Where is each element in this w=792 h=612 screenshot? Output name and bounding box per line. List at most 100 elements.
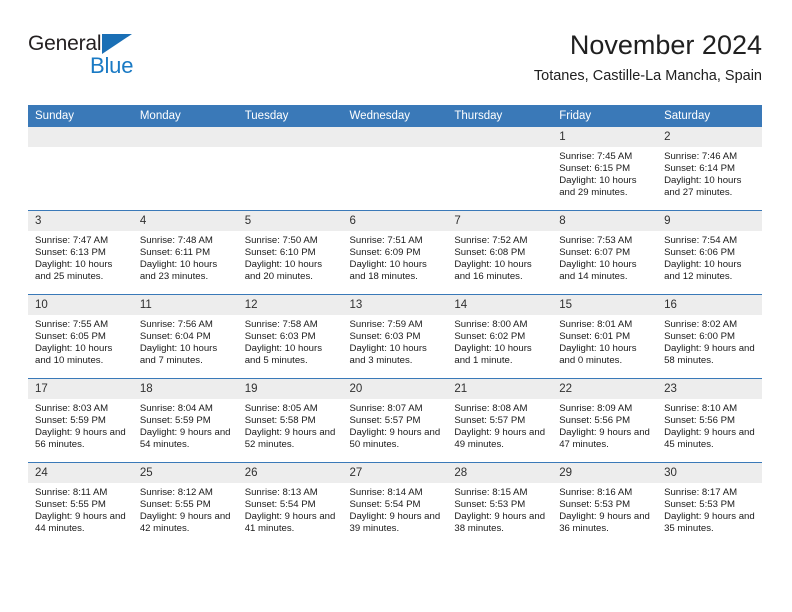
- day-number: 27: [342, 463, 448, 483]
- sunrise-text: Sunrise: 7:54 AM: [664, 235, 738, 246]
- calendar-day-cell[interactable]: 19 Sunrise: 8:05 AM Sunset: 5:58 PM Dayligh…: [237, 378, 343, 463]
- general-blue-logo: General Blue: [28, 32, 168, 84]
- daylight-text: Daylight: 9 hours and 52 minutes.: [244, 426, 336, 450]
- sunset-text: Sunset: 5:58 PM: [244, 414, 316, 426]
- calendar-day-cell[interactable]: 29 Sunrise: 8:16 AM Sunset: 5:53 PM Dayligh…: [552, 462, 658, 546]
- sunset-text: Sunset: 6:03 PM: [244, 330, 316, 342]
- sunset-text: Sunset: 5:54 PM: [244, 498, 316, 510]
- weekday-header-tuesday: Tuesday: [237, 105, 343, 127]
- calendar-day-cell[interactable]: 8 Sunrise: 7:53 AM Sunset: 6:07 PM Daylight…: [552, 210, 658, 295]
- sunset-text: Sunset: 5:59 PM: [139, 414, 211, 426]
- calendar-day-cell[interactable]: 1 Sunrise: 7:45 AM Sunset: 6:15 PM Daylight…: [552, 127, 658, 211]
- day-details: Sunrise: 7:54 AM Sunset: 6:06 PM Daylight:…: [657, 231, 762, 283]
- day-details: Sunrise: 8:15 AM Sunset: 5:53 PM Daylight:…: [447, 483, 552, 535]
- sunset-text: Sunset: 6:05 PM: [35, 330, 106, 342]
- calendar-day-cell[interactable]: 12 Sunrise: 7:58 AM Sunset: 6:03 PM Dayligh…: [237, 294, 343, 379]
- daylight-text: Daylight: 10 hours and 12 minutes.: [664, 258, 742, 282]
- calendar-day-cell[interactable]: 17 Sunrise: 8:03 AM Sunset: 5:59 PM Dayligh…: [28, 378, 133, 463]
- calendar-day-cell[interactable]: 22 Sunrise: 8:09 AM Sunset: 5:56 PM Dayligh…: [552, 378, 658, 463]
- sunrise-text: Sunrise: 8:13 AM: [244, 487, 318, 498]
- day-number: 22: [552, 379, 658, 399]
- day-number: 17: [28, 379, 133, 399]
- calendar-day-cell[interactable]: 7 Sunrise: 7:52 AM Sunset: 6:08 PM Daylight…: [447, 210, 553, 295]
- calendar-day-cell[interactable]: 21 Sunrise: 8:08 AM Sunset: 5:57 PM Dayligh…: [447, 378, 553, 463]
- calendar-day-cell[interactable]: 11 Sunrise: 7:56 AM Sunset: 6:04 PM Dayligh…: [132, 294, 238, 379]
- daylight-text: Daylight: 10 hours and 0 minutes.: [559, 342, 637, 366]
- day-number: 26: [237, 463, 343, 483]
- day-number: 23: [657, 379, 762, 399]
- calendar-day-cell[interactable]: 24 Sunrise: 8:11 AM Sunset: 5:55 PM Dayligh…: [28, 462, 133, 546]
- day-details: Sunrise: 8:17 AM Sunset: 5:53 PM Daylight:…: [657, 483, 762, 535]
- day-number: 20: [342, 379, 448, 399]
- day-details: Sunrise: 7:55 AM Sunset: 6:05 PM Daylight:…: [28, 315, 133, 367]
- calendar-day-cell[interactable]: 4 Sunrise: 7:48 AM Sunset: 6:11 PM Daylight…: [132, 210, 238, 295]
- calendar-day-cell[interactable]: 10 Sunrise: 7:55 AM Sunset: 6:05 PM Dayligh…: [28, 294, 133, 379]
- daylight-text: Daylight: 9 hours and 44 minutes.: [35, 510, 126, 534]
- day-number: [237, 127, 343, 147]
- daylight-text: Daylight: 9 hours and 35 minutes.: [664, 510, 755, 534]
- day-number: 28: [447, 463, 553, 483]
- calendar-day-cell[interactable]: 3 Sunrise: 7:47 AM Sunset: 6:13 PM Daylight…: [28, 210, 133, 295]
- sunrise-text: Sunrise: 7:50 AM: [244, 235, 318, 246]
- sunset-text: Sunset: 6:10 PM: [244, 246, 316, 258]
- sunrise-text: Sunrise: 8:01 AM: [559, 319, 633, 330]
- calendar-day-cell[interactable]: 6 Sunrise: 7:51 AM Sunset: 6:09 PM Daylight…: [342, 210, 448, 295]
- calendar-day-cell[interactable]: 5 Sunrise: 7:50 AM Sunset: 6:10 PM Daylight…: [237, 210, 343, 295]
- sunset-text: Sunset: 6:01 PM: [559, 330, 631, 342]
- day-details: Sunrise: 8:01 AM Sunset: 6:01 PM Daylight:…: [552, 315, 657, 367]
- day-number: 7: [447, 211, 553, 231]
- calendar-week-row: 24 Sunrise: 8:11 AM Sunset: 5:55 PM Dayligh…: [28, 462, 762, 546]
- calendar-day-cell[interactable]: 27 Sunrise: 8:14 AM Sunset: 5:54 PM Dayligh…: [342, 462, 448, 546]
- weekday-header-thursday: Thursday: [447, 105, 553, 127]
- day-number: 8: [552, 211, 658, 231]
- sunset-text: Sunset: 6:00 PM: [664, 330, 735, 342]
- day-details: Sunrise: 8:10 AM Sunset: 5:56 PM Daylight:…: [657, 399, 762, 451]
- calendar-day-cell[interactable]: 13 Sunrise: 7:59 AM Sunset: 6:03 PM Dayligh…: [342, 294, 448, 379]
- calendar-day-cell[interactable]: 28 Sunrise: 8:15 AM Sunset: 5:53 PM Dayligh…: [447, 462, 553, 546]
- sunset-text: Sunset: 5:57 PM: [454, 414, 526, 426]
- sunset-text: Sunset: 6:07 PM: [559, 246, 631, 258]
- daylight-text: Daylight: 9 hours and 38 minutes.: [454, 510, 546, 534]
- daylight-text: Daylight: 10 hours and 20 minutes.: [244, 258, 323, 282]
- sunset-text: Sunset: 6:09 PM: [349, 246, 421, 258]
- calendar-day-cell[interactable]: 26 Sunrise: 8:13 AM Sunset: 5:54 PM Dayligh…: [237, 462, 343, 546]
- sunrise-text: Sunrise: 8:14 AM: [349, 487, 423, 498]
- weekday-header-sunday: Sunday: [28, 105, 133, 127]
- daylight-text: Daylight: 9 hours and 49 minutes.: [454, 426, 546, 450]
- day-details: Sunrise: 7:46 AM Sunset: 6:14 PM Daylight:…: [657, 147, 762, 199]
- calendar-day-cell[interactable]: 16 Sunrise: 8:02 AM Sunset: 6:00 PM Dayligh…: [657, 294, 762, 379]
- day-details: Sunrise: 8:14 AM Sunset: 5:54 PM Daylight:…: [343, 483, 448, 535]
- calendar-day-cell[interactable]: 23 Sunrise: 8:10 AM Sunset: 5:56 PM Dayligh…: [657, 378, 762, 463]
- daylight-text: Daylight: 10 hours and 18 minutes.: [349, 258, 427, 282]
- day-number: 13: [342, 295, 448, 315]
- daylight-text: Daylight: 9 hours and 42 minutes.: [139, 510, 231, 534]
- day-details: Sunrise: 8:04 AM Sunset: 5:59 PM Daylight:…: [133, 399, 238, 451]
- calendar-day-cell[interactable]: 25 Sunrise: 8:12 AM Sunset: 5:55 PM Dayligh…: [132, 462, 238, 546]
- sunrise-text: Sunrise: 8:15 AM: [454, 487, 528, 498]
- calendar-day-cell[interactable]: 2 Sunrise: 7:46 AM Sunset: 6:14 PM Daylight…: [657, 127, 762, 211]
- calendar-grid: Sunday Monday Tuesday Wednesday Thursday…: [28, 105, 762, 546]
- calendar-day-cell[interactable]: 9 Sunrise: 7:54 AM Sunset: 6:06 PM Daylight…: [657, 210, 762, 295]
- day-number: [28, 127, 133, 147]
- sunset-text: Sunset: 6:13 PM: [35, 246, 106, 258]
- calendar-day-cell[interactable]: 14 Sunrise: 8:00 AM Sunset: 6:02 PM Dayligh…: [447, 294, 553, 379]
- sunset-text: Sunset: 6:11 PM: [139, 246, 211, 258]
- day-details: Sunrise: 7:56 AM Sunset: 6:04 PM Daylight:…: [133, 315, 238, 367]
- day-details: Sunrise: 7:45 AM Sunset: 6:15 PM Daylight:…: [552, 147, 657, 199]
- calendar-day-cell[interactable]: 20 Sunrise: 8:07 AM Sunset: 5:57 PM Dayligh…: [342, 378, 448, 463]
- calendar-day-cell[interactable]: 15 Sunrise: 8:01 AM Sunset: 6:01 PM Dayligh…: [552, 294, 658, 379]
- sunset-text: Sunset: 6:06 PM: [664, 246, 735, 258]
- calendar-day-cell-empty: [132, 127, 238, 211]
- calendar-week-row: 3 Sunrise: 7:47 AM Sunset: 6:13 PM Daylight…: [28, 210, 762, 295]
- calendar-day-cell[interactable]: 30 Sunrise: 8:17 AM Sunset: 5:53 PM Dayligh…: [657, 462, 762, 546]
- sunset-text: Sunset: 5:57 PM: [349, 414, 421, 426]
- day-number: 30: [657, 463, 762, 483]
- sunrise-text: Sunrise: 7:47 AM: [35, 235, 109, 246]
- day-number: 12: [237, 295, 343, 315]
- calendar-week-row: 10 Sunrise: 7:55 AM Sunset: 6:05 PM Dayligh…: [28, 294, 762, 379]
- day-details: Sunrise: 8:16 AM Sunset: 5:53 PM Daylight:…: [552, 483, 657, 535]
- calendar-day-cell[interactable]: 18 Sunrise: 8:04 AM Sunset: 5:59 PM Dayligh…: [132, 378, 238, 463]
- day-number: 1: [552, 127, 658, 147]
- sunset-text: Sunset: 6:08 PM: [454, 246, 526, 258]
- sunset-text: Sunset: 6:15 PM: [559, 162, 631, 174]
